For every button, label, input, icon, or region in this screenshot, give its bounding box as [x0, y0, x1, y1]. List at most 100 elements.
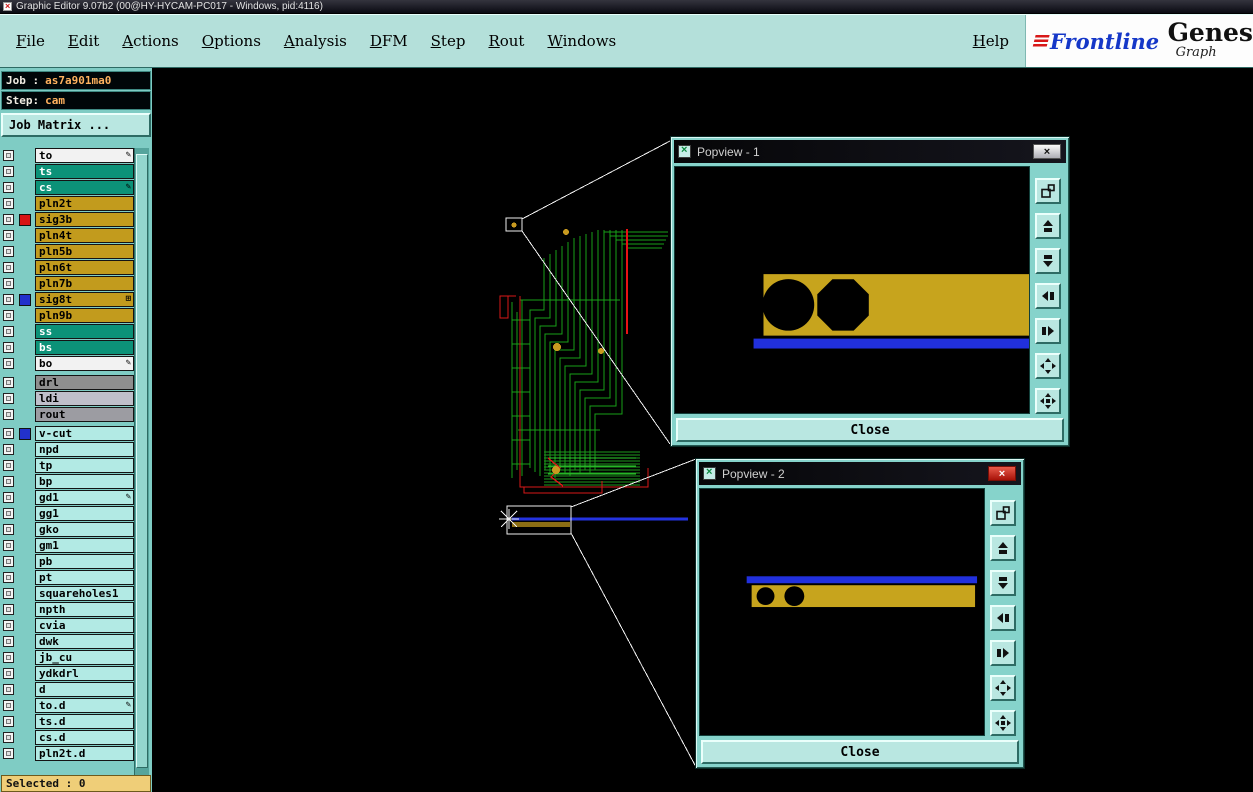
layer-checkbox[interactable]: [3, 700, 14, 711]
layer-name[interactable]: tp: [35, 458, 134, 473]
layer-checkbox[interactable]: [3, 604, 14, 615]
layer-scrollbar-thumb[interactable]: [136, 154, 148, 768]
layer-checkbox[interactable]: [3, 377, 14, 388]
layer-row[interactable]: sig3b: [0, 212, 134, 227]
layer-row[interactable]: dwk: [0, 634, 134, 649]
layer-checkbox[interactable]: [3, 230, 14, 241]
layer-row[interactable]: npd: [0, 442, 134, 457]
popview-2-close-button[interactable]: Close: [701, 740, 1019, 764]
pan-button[interactable]: [990, 710, 1016, 736]
layer-row[interactable]: pln2t: [0, 196, 134, 211]
layer-checkbox[interactable]: [3, 492, 14, 503]
layer-name[interactable]: pln9b: [35, 308, 134, 323]
popview-1-titlebar[interactable]: Popview - 1 ×: [674, 140, 1066, 163]
layer-name[interactable]: bo ✎: [35, 356, 134, 371]
layer-name[interactable]: pb: [35, 554, 134, 569]
layer-row[interactable]: pln7b: [0, 276, 134, 291]
layer-checkbox[interactable]: [3, 540, 14, 551]
layer-name[interactable]: ydkdrl: [35, 666, 134, 681]
layer-checkbox[interactable]: [3, 444, 14, 455]
layer-row[interactable]: ldi: [0, 391, 134, 406]
menu-item[interactable]: DFM: [370, 32, 408, 50]
layer-checkbox[interactable]: [3, 166, 14, 177]
expand-button[interactable]: [990, 675, 1016, 701]
layer-name[interactable]: squareholes1: [35, 586, 134, 601]
layer-name[interactable]: gg1: [35, 506, 134, 521]
popview-1-canvas[interactable]: [674, 166, 1030, 414]
layer-row[interactable]: gm1: [0, 538, 134, 553]
layer-checkbox[interactable]: [3, 214, 14, 225]
scroll-down-button[interactable]: [990, 570, 1016, 596]
layer-checkbox[interactable]: [3, 150, 14, 161]
layer-row[interactable]: cvia: [0, 618, 134, 633]
layer-name[interactable]: pln7b: [35, 276, 134, 291]
menu-item[interactable]: Edit: [68, 32, 99, 50]
layer-name[interactable]: to.d ✎: [35, 698, 134, 713]
layer-row[interactable]: pb: [0, 554, 134, 569]
layer-name[interactable]: pln4t: [35, 228, 134, 243]
layer-checkbox[interactable]: [3, 342, 14, 353]
layer-row[interactable]: ts: [0, 164, 134, 179]
layer-name[interactable]: drl: [35, 375, 134, 390]
layer-name[interactable]: cs.d: [35, 730, 134, 745]
layer-checkbox[interactable]: [3, 460, 14, 471]
layer-checkbox[interactable]: [3, 198, 14, 209]
layer-checkbox[interactable]: [3, 246, 14, 257]
scroll-left-button[interactable]: [1035, 283, 1061, 309]
layer-name[interactable]: gd1 ✎: [35, 490, 134, 505]
layer-checkbox[interactable]: [3, 393, 14, 404]
layer-checkbox[interactable]: [3, 716, 14, 727]
layer-name[interactable]: dwk: [35, 634, 134, 649]
layer-name[interactable]: jb_cu: [35, 650, 134, 665]
layer-row[interactable]: gd1 ✎: [0, 490, 134, 505]
layer-row[interactable]: rout: [0, 407, 134, 422]
layer-checkbox[interactable]: [3, 476, 14, 487]
zoom-window-button[interactable]: [1035, 178, 1061, 204]
pan-button[interactable]: [1035, 388, 1061, 414]
layer-name[interactable]: ldi: [35, 391, 134, 406]
layer-name[interactable]: gko: [35, 522, 134, 537]
layer-checkbox[interactable]: [3, 326, 14, 337]
layer-row[interactable]: pln9b: [0, 308, 134, 323]
layer-name[interactable]: rout: [35, 407, 134, 422]
layer-row[interactable]: pln4t: [0, 228, 134, 243]
layer-checkbox[interactable]: [3, 636, 14, 647]
layer-checkbox[interactable]: [3, 620, 14, 631]
layer-row[interactable]: bp: [0, 474, 134, 489]
layer-name[interactable]: ts.d: [35, 714, 134, 729]
layer-name[interactable]: sig3b: [35, 212, 134, 227]
layer-row[interactable]: d: [0, 682, 134, 697]
layer-row[interactable]: to ✎: [0, 148, 134, 163]
scroll-down-button[interactable]: [1035, 248, 1061, 274]
popview-1-close-button[interactable]: Close: [676, 418, 1064, 442]
expand-button[interactable]: [1035, 353, 1061, 379]
layer-checkbox[interactable]: [3, 182, 14, 193]
layer-checkbox[interactable]: [3, 428, 14, 439]
layer-name[interactable]: v-cut: [35, 426, 134, 441]
layer-checkbox[interactable]: [3, 556, 14, 567]
menu-item[interactable]: Analysis: [284, 32, 347, 50]
scroll-right-button[interactable]: [1035, 318, 1061, 344]
scroll-right-button[interactable]: [990, 640, 1016, 666]
layer-checkbox[interactable]: [3, 524, 14, 535]
popview-1-close-icon[interactable]: ×: [1033, 144, 1061, 159]
layer-row[interactable]: bs: [0, 340, 134, 355]
layer-row[interactable]: gko: [0, 522, 134, 537]
menu-item[interactable]: Rout: [488, 32, 524, 50]
layer-row[interactable]: squareholes1: [0, 586, 134, 601]
layer-name[interactable]: cvia: [35, 618, 134, 633]
menu-item[interactable]: Actions: [122, 32, 178, 50]
layer-row[interactable]: npth: [0, 602, 134, 617]
menu-item[interactable]: Windows: [547, 32, 616, 50]
layer-row[interactable]: sig8t ⊞: [0, 292, 134, 307]
layer-checkbox[interactable]: [3, 409, 14, 420]
layer-row[interactable]: gg1: [0, 506, 134, 521]
popview-2-close-icon[interactable]: ×: [988, 466, 1016, 481]
layer-row[interactable]: cs ✎: [0, 180, 134, 195]
scroll-up-button[interactable]: [1035, 213, 1061, 239]
layer-name[interactable]: pln6t: [35, 260, 134, 275]
layer-checkbox[interactable]: [3, 588, 14, 599]
layer-checkbox[interactable]: [3, 652, 14, 663]
layer-row[interactable]: tp: [0, 458, 134, 473]
layer-name[interactable]: to ✎: [35, 148, 134, 163]
